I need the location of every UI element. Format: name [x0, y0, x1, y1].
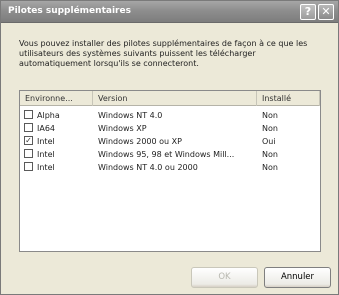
column-header-environment[interactable]: Environne... [20, 91, 93, 106]
version-cell: Windows XP [98, 124, 147, 133]
installed-cell: Non [262, 124, 278, 133]
column-header-installed[interactable]: Installé [257, 91, 320, 106]
environment-label: IA64 [37, 124, 56, 133]
environment-cell: Intel [24, 148, 92, 161]
column-header-version[interactable]: Version [93, 91, 257, 106]
driver-checkbox[interactable] [24, 162, 33, 171]
question-mark-icon: ? [304, 5, 312, 18]
installed-cell: Non [262, 150, 278, 159]
environment-label: Intel [37, 150, 55, 159]
list-item[interactable]: Alpha Windows NT 4.0 Non [20, 109, 320, 122]
installed-cell: Non [262, 111, 278, 120]
driver-checkbox[interactable] [24, 136, 33, 145]
version-cell: Windows 2000 ou XP [98, 137, 182, 146]
version-cell: Windows NT 4.0 [98, 111, 163, 120]
driver-checkbox[interactable] [24, 110, 33, 119]
version-cell: Windows NT 4.0 ou 2000 [98, 163, 198, 172]
close-icon: ✕ [321, 5, 331, 18]
list-item[interactable]: Intel Windows 2000 ou XP Oui [20, 135, 320, 148]
environment-label: Intel [37, 163, 55, 172]
installed-cell: Non [262, 163, 278, 172]
cancel-button[interactable]: Annuler [264, 267, 331, 288]
environment-label: Intel [37, 137, 55, 146]
list-item[interactable]: IA64 Windows XP Non [20, 122, 320, 135]
list-header: Environne... Version Installé [20, 91, 320, 106]
environment-label: Alpha [37, 111, 60, 120]
environment-cell: Intel [24, 135, 92, 148]
title-bar[interactable]: Pilotes supplémentaires ? ✕ [1, 1, 338, 23]
ok-button[interactable]: OK [191, 267, 258, 288]
list-item[interactable]: Intel Windows 95, 98 et Windows Mill... No… [20, 148, 320, 161]
driver-checkbox[interactable] [24, 149, 33, 158]
help-button[interactable]: ? [300, 4, 316, 20]
environment-cell: Alpha [24, 109, 92, 122]
drivers-list[interactable]: Environne... Version Installé Alpha Windo… [19, 90, 321, 252]
window-title: Pilotes supplémentaires [8, 6, 131, 16]
driver-checkbox[interactable] [24, 123, 33, 132]
intro-text: Vous pouvez installer des pilotes supplé… [19, 39, 308, 68]
version-cell: Windows 95, 98 et Windows Mill... [98, 150, 235, 159]
environment-cell: IA64 [24, 122, 92, 135]
close-button[interactable]: ✕ [318, 4, 334, 20]
dialog-window: Pilotes supplémentaires ? ✕ Vous pouvez … [0, 0, 339, 295]
installed-cell: Oui [262, 137, 276, 146]
list-item[interactable]: Intel Windows NT 4.0 ou 2000 Non [20, 161, 320, 174]
environment-cell: Intel [24, 161, 92, 174]
